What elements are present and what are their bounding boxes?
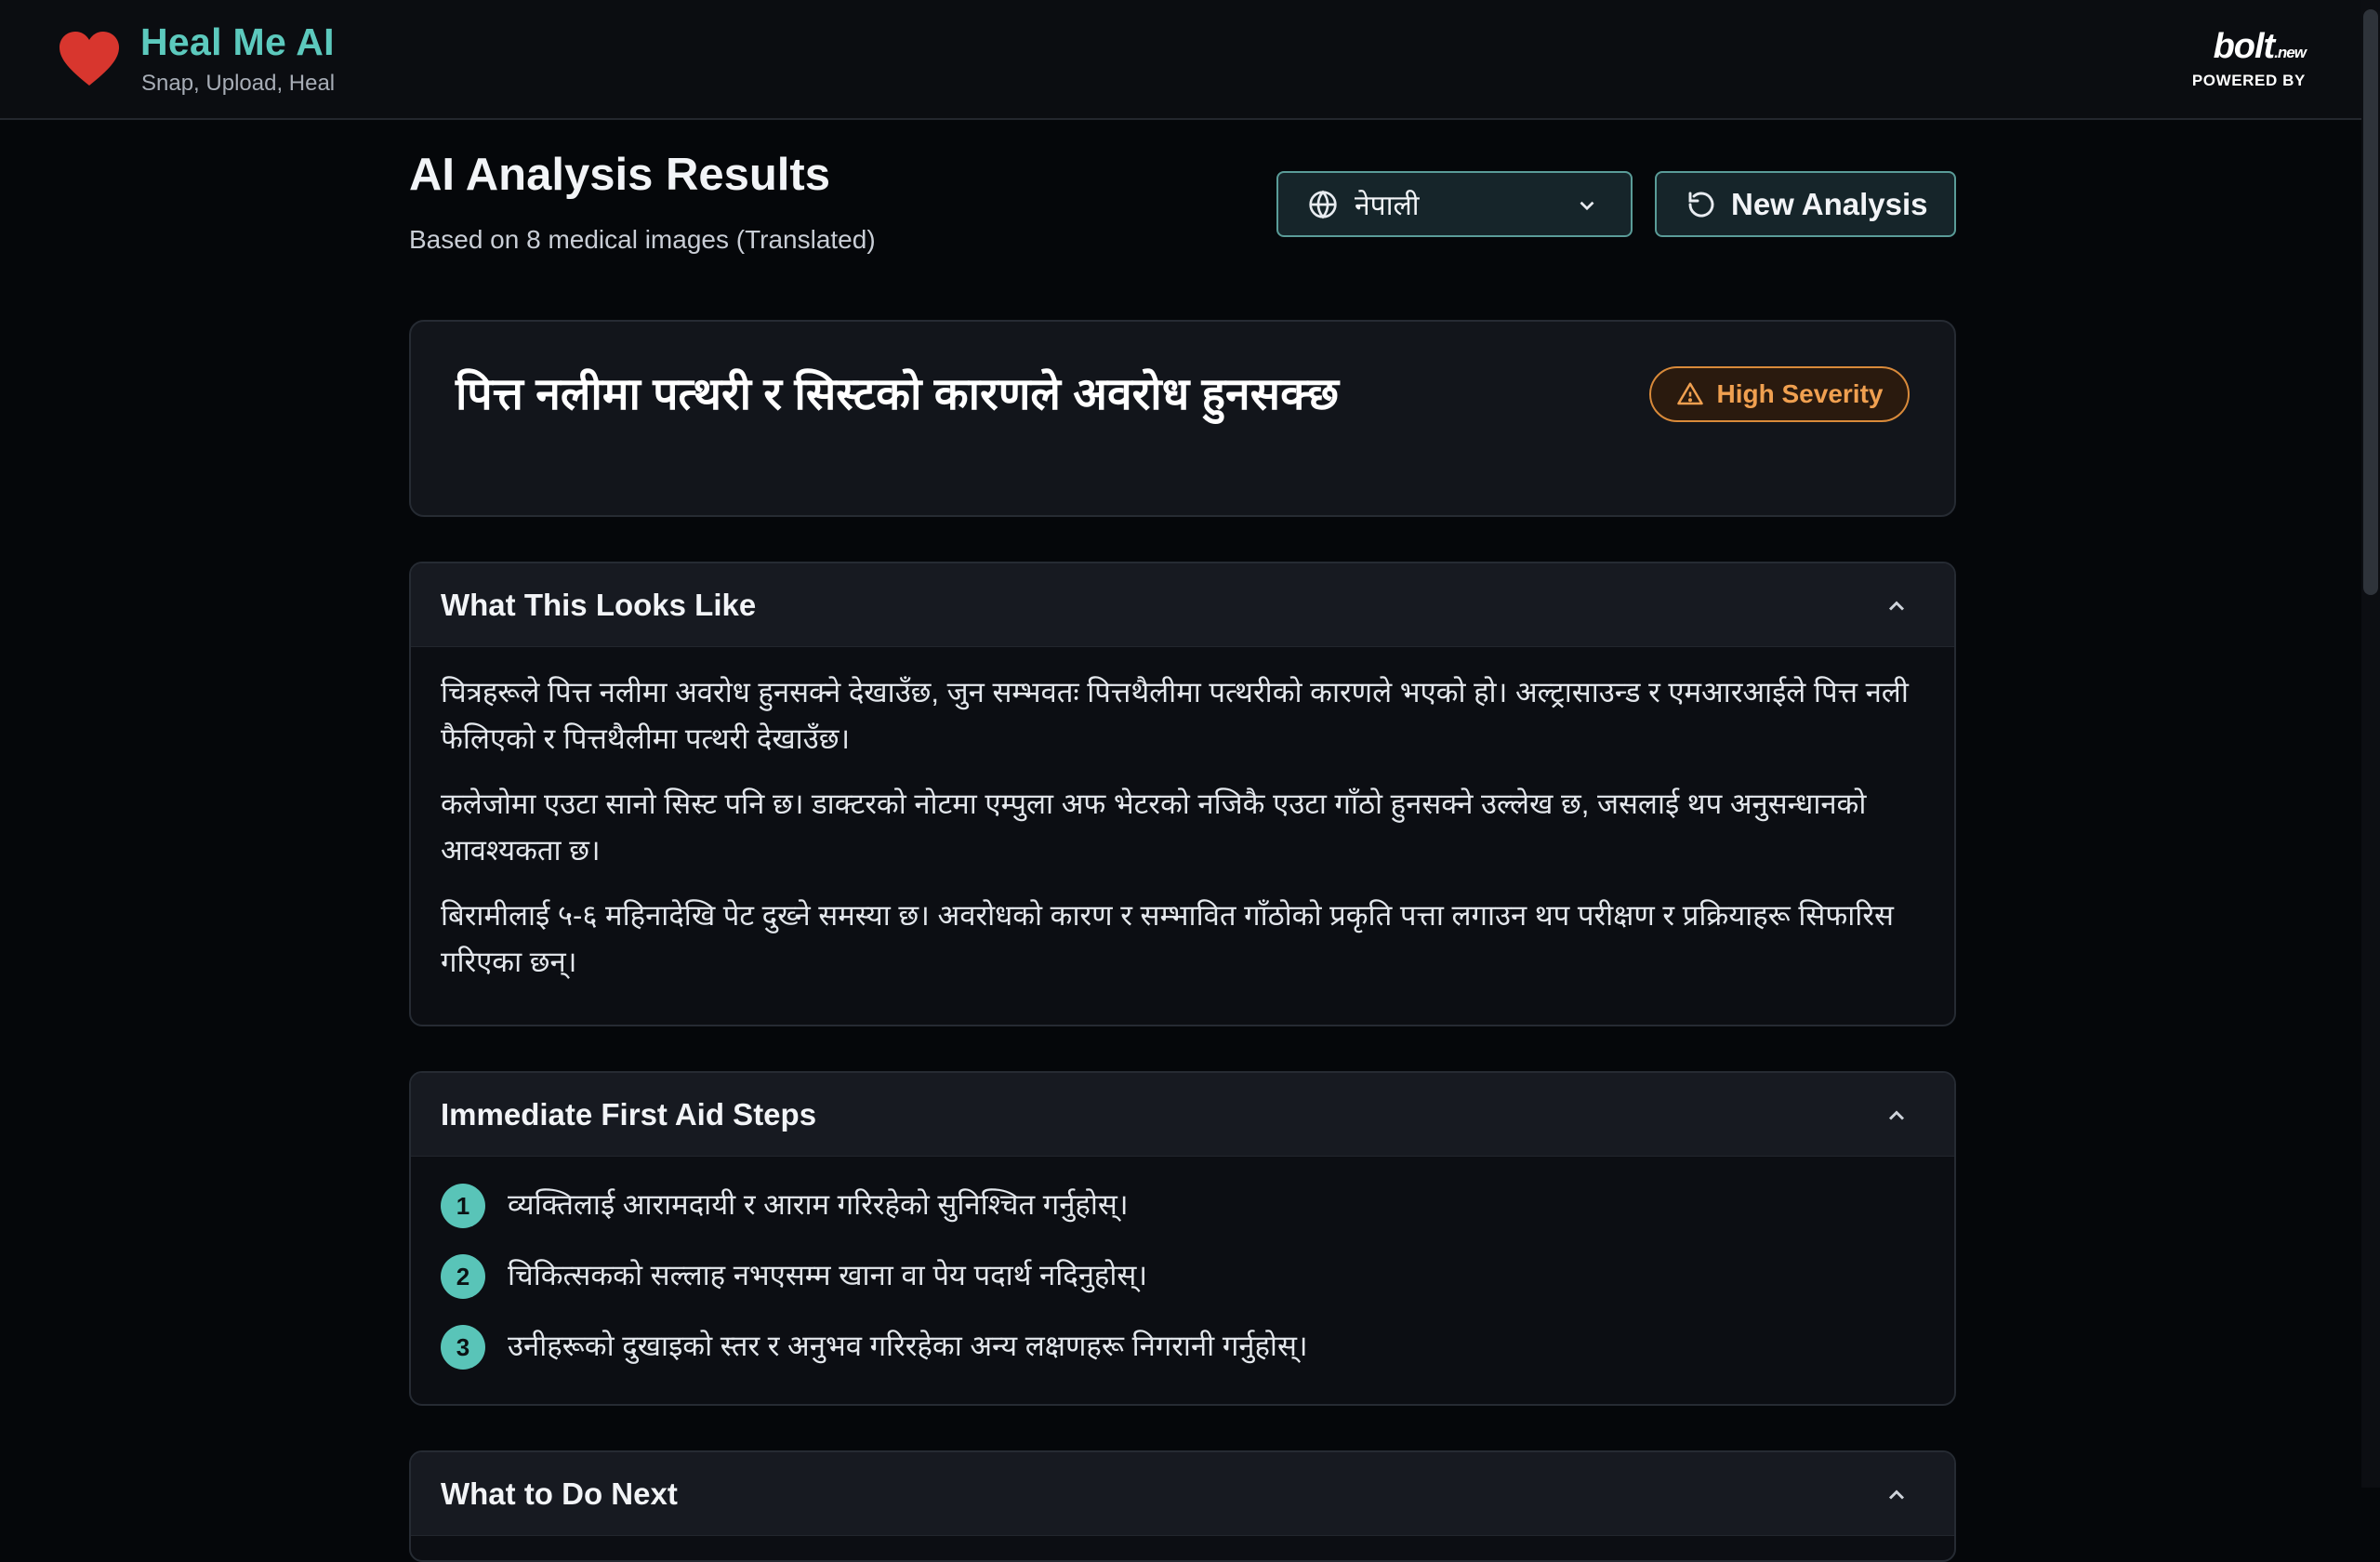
page-scrollbar[interactable] — [2361, 0, 2380, 1488]
new-analysis-label: New Analysis — [1731, 186, 1928, 221]
app-header: Heal Me AI Snap, Upload, Heal bolt.new P… — [0, 0, 2380, 120]
section-looks-like-header[interactable]: What This Looks Like — [411, 563, 1954, 647]
section-next-steps: What to Do Next — [409, 1450, 1956, 1562]
language-select-value: नेपाली — [1355, 191, 1420, 221]
diagnosis-card: पित्त नलीमा पत्थरी र सिस्टको कारणले अवरो… — [409, 320, 1956, 517]
section-first-aid-header[interactable]: Immediate First Aid Steps — [411, 1073, 1954, 1157]
step-text: उनीहरूको दुखाइको स्तर र अनुभव गरिरहेका अ… — [508, 1330, 1308, 1362]
new-analysis-button[interactable]: New Analysis — [1655, 171, 1956, 237]
section-next-steps-title: What to Do Next — [441, 1476, 678, 1511]
first-aid-step: 1 व्यक्तिलाई आरामदायी र आराम गरिरहेको सु… — [411, 1170, 1954, 1240]
heart-icon — [60, 32, 119, 86]
bolt-logo-suffix: .new — [2274, 44, 2307, 61]
step-text: व्यक्तिलाई आरामदायी र आराम गरिरहेको सुनि… — [508, 1188, 1129, 1221]
language-select[interactable]: नेपाली — [1276, 171, 1633, 237]
section-looks-like-title: What This Looks Like — [441, 588, 757, 622]
warning-icon — [1676, 382, 1703, 405]
section-next-steps-header[interactable]: What to Do Next — [411, 1452, 1954, 1536]
bolt-logo: bolt.new — [2148, 27, 2307, 72]
looks-like-paragraph: कलेजोमा एउटा सानो सिस्ट पनि छ। डाक्टरको … — [441, 788, 1867, 867]
bolt-logo-text: bolt — [2213, 27, 2276, 66]
chevron-down-icon — [1580, 201, 1594, 211]
first-aid-step: 3 उनीहरूको दुखाइको स्तर र अनुभव गरिरहेका… — [411, 1311, 1954, 1382]
severity-badge: High Severity — [1649, 366, 1910, 422]
section-looks-like: What This Looks Like चित्रहरूले पित्त नल… — [409, 562, 1956, 1026]
app-tagline: Snap, Upload, Heal — [141, 71, 336, 96]
step-number-badge: 1 — [441, 1184, 485, 1228]
looks-like-paragraph: बिरामीलाई ५-६ महिनादेखि पेट दुख्ने समस्य… — [441, 899, 1894, 978]
chevron-up-icon[interactable] — [1884, 593, 1910, 619]
page-subtitle: Based on 8 medical images (Translated) — [409, 225, 876, 254]
powered-by-label: POWERED BY — [2191, 72, 2306, 89]
section-first-aid-title: Immediate First Aid Steps — [441, 1097, 817, 1132]
step-text: चिकित्सकको सल्लाह नभएसम्म खाना वा पेय पद… — [508, 1259, 1148, 1291]
diagnosis-title: पित्त नलीमा पत्थरी र सिस्टको कारणले अवरो… — [456, 370, 1340, 419]
page-title: AI Analysis Results — [409, 150, 830, 200]
section-first-aid: Immediate First Aid Steps 1 व्यक्तिलाई आ… — [409, 1071, 1956, 1406]
app-name[interactable]: Heal Me AI — [140, 20, 335, 64]
step-number-badge: 2 — [441, 1254, 485, 1299]
looks-like-paragraph: चित्रहरूले पित्त नलीमा अवरोध हुनसक्ने दे… — [441, 676, 1909, 755]
globe-icon — [1309, 190, 1337, 218]
chevron-up-icon[interactable] — [1884, 1103, 1910, 1129]
step-number-badge: 3 — [441, 1325, 485, 1370]
refresh-icon — [1688, 192, 1714, 217]
chevron-up-icon[interactable] — [1884, 1482, 1910, 1508]
scrollbar-thumb[interactable] — [2363, 9, 2378, 595]
first-aid-step: 2 चिकित्सकको सल्लाह नभएसम्म खाना वा पेय … — [411, 1240, 1954, 1311]
powered-by-bolt-badge[interactable]: bolt.new POWERED BY — [2148, 27, 2307, 93]
severity-label: High Severity — [1716, 379, 1884, 408]
